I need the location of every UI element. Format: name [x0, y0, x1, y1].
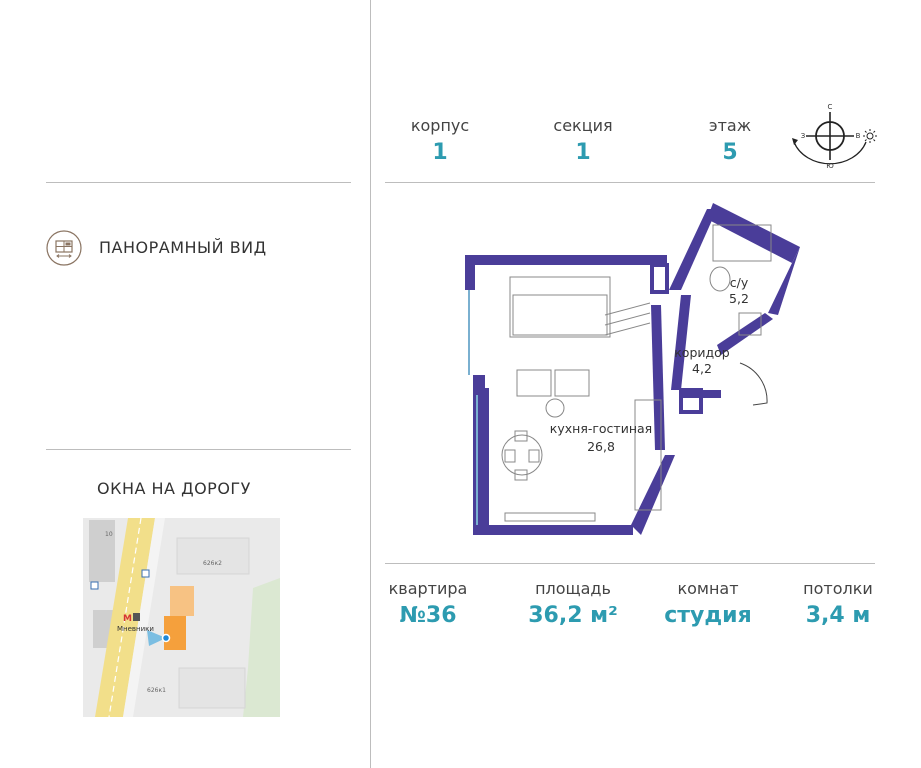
corridor-label: коридор	[674, 345, 730, 360]
living-area: 26,8	[587, 439, 615, 454]
compass-e: В	[856, 132, 861, 140]
ceiling-label: потолки	[803, 579, 873, 598]
living-label: кухня-гостиная	[550, 421, 652, 436]
vertical-divider-left	[370, 0, 371, 768]
compass-w: З	[801, 132, 806, 140]
sekciya-value: 1	[575, 140, 591, 165]
compass-icon: С Ю З В	[792, 103, 877, 170]
panoramic-view-button[interactable]: ПАНОРАМНЫЙ ВИД	[46, 228, 346, 268]
sun-icon	[863, 129, 877, 143]
map-house-num: 10	[105, 531, 113, 538]
korpus-label: корпус	[410, 116, 470, 135]
sidebar-divider-top	[46, 182, 351, 183]
header-divider	[385, 182, 875, 183]
location-map[interactable]: M Мневники 626к2 626к1 10	[83, 518, 280, 717]
panorama-icon	[46, 230, 82, 266]
korpus-value: 1	[432, 140, 448, 165]
bus-stop-icon	[141, 569, 150, 578]
corridor-area: 4,2	[692, 361, 712, 376]
etazh-value: 5	[722, 140, 738, 165]
map-building-2: 626к1	[147, 687, 166, 694]
ceiling-value: 3,4 м	[805, 603, 871, 628]
panoramic-view-label: ПАНОРАМНЫЙ ВИД	[99, 238, 267, 257]
etazh-label: этаж	[708, 116, 752, 135]
bathroom-label: с/у	[730, 275, 749, 290]
bathroom-area: 5,2	[729, 291, 749, 306]
floor-plan: с/у 5,2 коридор 4,2 кухня-гостиная 26,8	[465, 203, 800, 535]
footer-divider	[385, 563, 875, 564]
compass-s: Ю	[826, 162, 834, 170]
apartment-label: квартира	[388, 579, 468, 598]
sidebar-divider-mid	[46, 449, 351, 450]
windows-title: ОКНА НА ДОРОГУ	[97, 479, 251, 498]
area-label: площадь	[535, 579, 611, 598]
rooms-label: комнат	[677, 579, 739, 598]
apartment-value: №36	[399, 603, 457, 628]
bus-stop-icon	[90, 581, 99, 590]
svg-text:M: M	[123, 614, 132, 624]
compass-n: С	[828, 103, 833, 111]
sekciya-label: секция	[553, 116, 613, 135]
map-building-1: 626к2	[203, 560, 222, 567]
metro-label: Мневники	[117, 625, 154, 633]
